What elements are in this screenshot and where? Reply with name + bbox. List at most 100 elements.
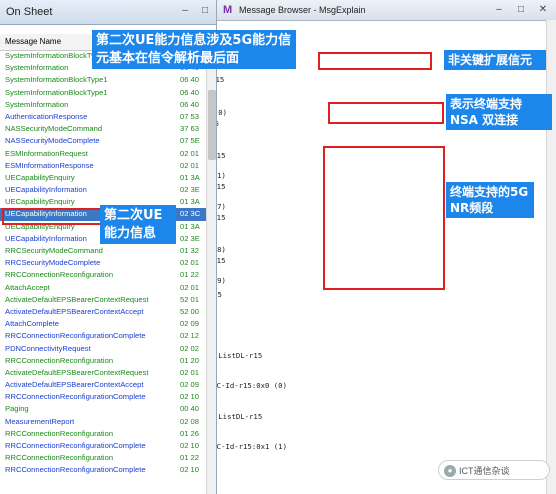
message-name: AttachComplete	[5, 319, 60, 329]
message-row[interactable]: RRCSecurityModeComplete 02 01	[0, 257, 208, 269]
message-name: ActivateDefaultEPSBearerContextAccept	[5, 306, 144, 316]
message-code: 02 08	[180, 416, 200, 426]
tree-node[interactable]: featureSetPerCC-ListDL-r15	[217, 412, 262, 421]
message-name: RRCConnectionReconfiguration	[5, 270, 114, 280]
tree-node-label: featureSetPerCC-ListDL-r15	[217, 412, 263, 421]
message-name: ESMInformationRequest	[5, 148, 88, 158]
message-row[interactable]: AttachAccept 02 01	[0, 282, 208, 294]
message-row[interactable]: UECapabilityInformation 02 3E	[0, 184, 208, 196]
non-critical-annotation: 非关键扩展信元	[444, 50, 546, 71]
message-list-pane: On Sheet – □ Message Name SystemInformat…	[0, 0, 217, 494]
message-code: 01 3A	[180, 221, 200, 231]
message-code: 02 3E	[180, 233, 200, 243]
message-row[interactable]: SystemInformationBlockType1 06 40	[0, 74, 208, 86]
message-code: 02 3C	[180, 209, 201, 219]
message-row[interactable]: RRCConnectionReconfigurationComplete 02 1…	[0, 391, 208, 403]
message-row[interactable]: RRCConnectionReconfigurationComplete 02 1…	[0, 440, 208, 452]
message-name: UECapabilityInformation	[5, 185, 87, 195]
message-name: SystemInformationBlockType1	[5, 75, 108, 85]
message-row[interactable]: PDNConnectivityRequest 02 02	[0, 343, 208, 355]
vertical-scrollbar[interactable]	[206, 50, 216, 494]
message-code: 02 01	[180, 160, 200, 170]
message-name: SystemInformation	[5, 99, 69, 109]
message-name: Paging	[5, 404, 29, 414]
message-code: 02 01	[180, 282, 200, 292]
column-header-label: Message Name	[5, 37, 62, 46]
message-code: 02 10	[180, 441, 200, 450]
message-row[interactable]: RRCConnectionReconfiguration 01 20	[0, 355, 208, 367]
close-icon[interactable]: ✕	[536, 3, 550, 17]
message-code: 02 10	[180, 392, 200, 402]
tree-node[interactable]: SupportedBandNR-r15	[217, 213, 225, 222]
minimize-icon[interactable]: –	[178, 4, 192, 18]
message-row[interactable]: ActivateDefaultEPSBearerContextAccept 02 …	[0, 379, 208, 391]
message-row[interactable]: ActivateDefaultEPSBearerContextRequest 52…	[0, 294, 208, 306]
message-row[interactable]: MeasurementReport 02 08	[0, 416, 208, 428]
message-code: 52 01	[180, 294, 200, 304]
message-row[interactable]: RRCSecurityModeCommand 01 32	[0, 245, 208, 257]
tree-node[interactable]: SupportedBandNR-r15	[217, 182, 225, 191]
message-name: RRCSecurityModeCommand	[5, 246, 103, 255]
message-code: 01 3A	[180, 172, 200, 182]
message-code: 01 3A	[180, 197, 200, 207]
en-dc-highlight	[328, 102, 444, 124]
tree-node[interactable]: SupportedBandNR-r15	[217, 151, 225, 160]
message-row[interactable]: SystemInformationBlockType1 06 40	[0, 87, 208, 99]
tree-node-label: featureSetsEUTRA-r15	[217, 290, 222, 299]
message-row[interactable]: ESMInformationRequest 02 01	[0, 148, 208, 160]
message-row[interactable]: RRCConnectionReconfigurationComplete 02 1…	[0, 330, 208, 342]
message-row[interactable]: RRCConnectionReconfiguration 01 22	[0, 269, 208, 281]
tree-node[interactable]: featureSetsEUTRA-r15	[217, 290, 222, 299]
scrollbar-thumb[interactable]	[208, 90, 216, 160]
right-window-titlebar: M Message Browser - MsgExplain – □ ✕	[217, 0, 556, 21]
message-row[interactable]: NASSecurityModeCommand 37 63	[0, 123, 208, 135]
message-row[interactable]: Paging 00 40	[0, 403, 208, 415]
top-annotation: 第二次UE能力信息涉及5G能力信元基本在信令解析最后面	[92, 30, 296, 70]
message-row[interactable]: ActivateDefaultEPSBearerContextRequest 02…	[0, 367, 208, 379]
maximize-icon[interactable]: □	[198, 4, 212, 18]
tree-node: en-DC-r15:supported (0)	[217, 108, 227, 117]
message-row[interactable]: RRCConnectionReconfigurationComplete 02 1…	[0, 464, 208, 476]
right-window-title: Message Browser - MsgExplain	[239, 5, 366, 15]
tree-node[interactable]: supportedBandListNR-r15	[217, 119, 219, 128]
minimize-icon[interactable]: –	[492, 3, 506, 17]
message-code: 00 40	[180, 404, 200, 414]
tree-node-label: FeatureSetDL-PerCC-Id-r15:0x0 (0)	[217, 381, 287, 390]
tree-node-label: SupportedBandNR-r15	[217, 182, 226, 191]
message-name: MeasurementReport	[5, 416, 75, 426]
tree-scrollbar[interactable]	[546, 20, 556, 494]
tree-node-label: SupportedBandNR-r15	[217, 256, 226, 265]
message-name: ActivateDefaultEPSBearerContextAccept	[5, 380, 144, 390]
message-code: 37 63	[180, 124, 200, 134]
tree-node[interactable]: SupportedBandNR-r15	[217, 256, 225, 265]
message-code: 02 01	[180, 258, 200, 268]
selected-message-highlight	[2, 208, 102, 225]
message-row[interactable]: SystemInformation 06 40	[0, 99, 208, 111]
message-row[interactable]: AuthenticationResponse 07 53	[0, 111, 208, 123]
message-row[interactable]: NASSecurityModeComplete 07 5E	[0, 135, 208, 147]
message-code: 01 32	[180, 246, 200, 255]
maximize-icon[interactable]: □	[514, 3, 528, 17]
message-name: RRCSecurityModeComplete	[5, 258, 101, 268]
message-row[interactable]: UECapabilityEnquiry 01 3A	[0, 172, 208, 184]
tree-node: FeatureSetDL-PerCC-Id-r15:0x0 (0)	[217, 381, 287, 390]
message-row[interactable]: ESMInformationResponse 02 01	[0, 160, 208, 172]
left-window-title: On Sheet	[6, 6, 53, 18]
message-code: 06 40	[180, 99, 200, 109]
message-code: 02 09	[180, 319, 200, 329]
bands-annotation: 终端支持的5G NR频段	[446, 182, 534, 219]
second-ue-capability-annotation: 第二次UE能力信息	[100, 205, 176, 245]
tree-node[interactable]: irat-ParametersNR-r15	[217, 75, 224, 84]
message-name: RRCConnectionReconfiguration	[5, 453, 114, 463]
message-name: RRCConnectionReconfiguration	[5, 355, 114, 365]
message-row[interactable]: AttachComplete 02 09	[0, 318, 208, 330]
message-name: SystemInformation	[5, 63, 69, 73]
message-row[interactable]: ActivateDefaultEPSBearerContextAccept 52 …	[0, 306, 208, 318]
message-name: NASSecurityModeComplete	[5, 136, 100, 146]
non-critical-extension-highlight	[318, 52, 432, 70]
message-row[interactable]: RRCConnectionReconfiguration 01 26	[0, 428, 208, 440]
tree-node[interactable]: featureSetPerCC-ListDL-r15	[217, 351, 262, 360]
message-code: 07 5E	[180, 136, 200, 146]
message-name: RRCConnectionReconfiguration	[5, 428, 114, 438]
message-row[interactable]: RRCConnectionReconfiguration 01 22	[0, 452, 208, 464]
